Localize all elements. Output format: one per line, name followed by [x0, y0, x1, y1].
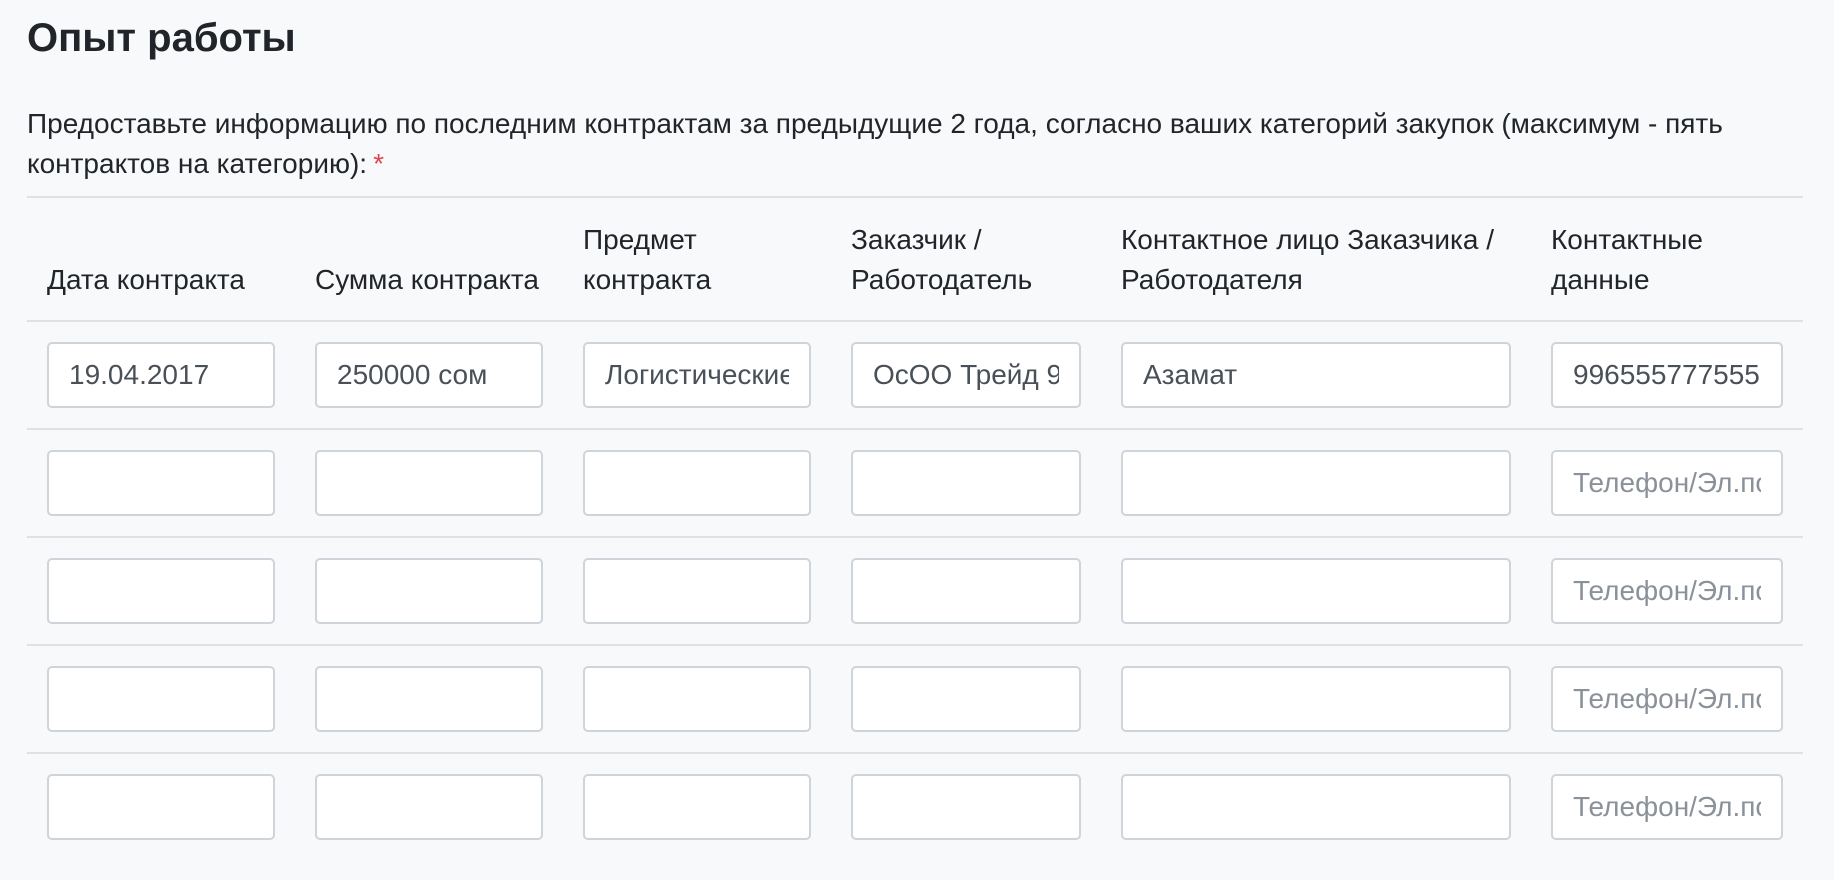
- table-cell: [563, 429, 831, 537]
- table-cell: [27, 645, 295, 753]
- table-body: [27, 321, 1803, 860]
- table-cell: [27, 753, 295, 860]
- contact-person-input[interactable]: [1121, 342, 1511, 408]
- table-row: [27, 537, 1803, 645]
- table-row: [27, 321, 1803, 429]
- table-cell: [1531, 321, 1803, 429]
- table-row: [27, 645, 1803, 753]
- table-cell: [1101, 537, 1531, 645]
- header-contract-date: Дата контракта: [47, 264, 245, 295]
- table-cell: [1531, 537, 1803, 645]
- table-cell: [295, 321, 563, 429]
- contact-person-input[interactable]: [1121, 558, 1511, 624]
- contact-person-input[interactable]: [1121, 666, 1511, 732]
- contact-details-input[interactable]: [1551, 558, 1783, 624]
- table-cell: [1101, 429, 1531, 537]
- table-cell: [831, 429, 1101, 537]
- table-cell: [1101, 753, 1531, 860]
- contact-person-input[interactable]: [1121, 774, 1511, 840]
- contract-date-input[interactable]: [47, 666, 275, 732]
- header-contract-subject: Предмет контракта: [583, 224, 712, 295]
- customer-employer-input[interactable]: [851, 342, 1081, 408]
- contact-details-input[interactable]: [1551, 666, 1783, 732]
- table-cell: [831, 537, 1101, 645]
- contract-date-input[interactable]: [47, 558, 275, 624]
- contract-subject-input[interactable]: [583, 450, 811, 516]
- contract-date-input[interactable]: [47, 774, 275, 840]
- customer-employer-input[interactable]: [851, 450, 1081, 516]
- section-title: Опыт работы: [27, 16, 296, 60]
- table-cell: [295, 429, 563, 537]
- table-cell: [27, 429, 295, 537]
- table-cell: [27, 321, 295, 429]
- contract-date-input[interactable]: [47, 450, 275, 516]
- table-cell: [563, 753, 831, 860]
- table-cell: [1531, 429, 1803, 537]
- contracts-table: Дата контракта Сумма контракта Предмет к…: [27, 196, 1803, 860]
- table-cell: [27, 537, 295, 645]
- contract-subject-input[interactable]: [583, 342, 811, 408]
- contract-amount-input[interactable]: [315, 666, 543, 732]
- table-cell: [563, 321, 831, 429]
- contact-details-input[interactable]: [1551, 774, 1783, 840]
- contract-amount-input[interactable]: [315, 342, 543, 408]
- table-cell: [1101, 321, 1531, 429]
- table-cell: [295, 537, 563, 645]
- table-row: [27, 429, 1803, 537]
- table-cell: [1531, 753, 1803, 860]
- contract-amount-input[interactable]: [315, 450, 543, 516]
- table-cell: [563, 645, 831, 753]
- table-cell: [563, 537, 831, 645]
- header-contact-details: Контактные данные: [1551, 224, 1703, 295]
- customer-employer-input[interactable]: [851, 774, 1081, 840]
- contract-amount-input[interactable]: [315, 774, 543, 840]
- customer-employer-input[interactable]: [851, 666, 1081, 732]
- header-contract-amount: Сумма контракта: [315, 264, 539, 295]
- table-cell: [831, 321, 1101, 429]
- table-cell: [1101, 645, 1531, 753]
- contract-date-input[interactable]: [47, 342, 275, 408]
- table-cell: [831, 645, 1101, 753]
- contract-amount-input[interactable]: [315, 558, 543, 624]
- contact-person-input[interactable]: [1121, 450, 1511, 516]
- intro-text: Предоставьте информацию по последним кон…: [27, 108, 1723, 179]
- required-mark: *: [373, 148, 384, 179]
- customer-employer-input[interactable]: [851, 558, 1081, 624]
- table-cell: [295, 753, 563, 860]
- header-customer-contact-person: Контактное лицо Заказчика / Работодателя: [1121, 224, 1494, 295]
- contract-subject-input[interactable]: [583, 666, 811, 732]
- contact-details-input[interactable]: [1551, 342, 1783, 408]
- table-cell: [831, 753, 1101, 860]
- contract-subject-input[interactable]: [583, 558, 811, 624]
- table-cell: [295, 645, 563, 753]
- table-cell: [1531, 645, 1803, 753]
- table-header: Дата контракта Сумма контракта Предмет к…: [27, 197, 1803, 321]
- table-row: [27, 753, 1803, 860]
- section-intro: Предоставьте информацию по последним кон…: [27, 104, 1787, 184]
- contract-subject-input[interactable]: [583, 774, 811, 840]
- work-experience-section: Опыт работы Предоставьте информацию по п…: [0, 0, 1834, 860]
- header-row: Дата контракта Сумма контракта Предмет к…: [27, 197, 1803, 321]
- header-customer-employer: Заказчик / Работодатель: [851, 224, 1033, 295]
- contact-details-input[interactable]: [1551, 450, 1783, 516]
